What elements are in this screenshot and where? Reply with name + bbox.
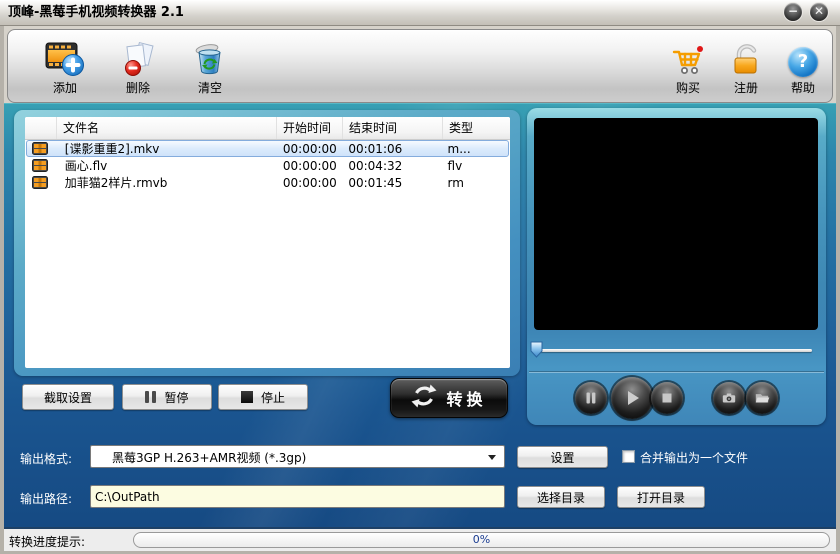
file-start-time: 00:00:00: [282, 158, 337, 173]
table-row[interactable]: 加菲猫2样片.rmvb 00:00:00 00:01:45 rm: [26, 174, 509, 191]
open-directory-label: 打开目录: [636, 490, 685, 505]
output-path-input[interactable]: [90, 485, 505, 508]
progress-percent: 0%: [472, 533, 491, 546]
play-icon: [628, 391, 639, 405]
choose-directory-label: 选择目录: [536, 490, 585, 505]
column-header-filename[interactable]: 文件名: [57, 117, 277, 139]
file-type: m...: [447, 141, 471, 156]
merge-checkbox-label: 合并输出为一个文件: [640, 451, 749, 465]
convert-arrows-icon: [411, 383, 437, 413]
file-list-panel: 文件名 开始时间 结束时间 类型 [谍影重重2].mkv 00:00:00 00…: [14, 110, 520, 376]
column-header-type[interactable]: 类型: [443, 117, 510, 139]
toolbar: 添加 删除 清空 购买 注册 ? 帮助: [7, 29, 833, 103]
window-title: 顶峰-黑莓手机视频转换器 2.1: [8, 5, 184, 20]
file-list: 文件名 开始时间 结束时间 类型 [谍影重重2].mkv 00:00:00 00…: [25, 117, 510, 368]
delete-label: 删除: [125, 81, 150, 95]
register-button[interactable]: 注册: [715, 37, 777, 97]
table-row[interactable]: 画心.flv 00:00:00 00:04:32 flv: [26, 157, 509, 174]
progress-bar: 0%: [133, 532, 830, 548]
convert-label: 转换: [446, 390, 487, 409]
help-button[interactable]: ? 帮助: [772, 37, 834, 97]
seek-slider-track[interactable]: [535, 349, 812, 352]
film-row-icon: [27, 159, 59, 172]
file-end-time: 00:01:45: [348, 175, 403, 190]
snapshot-icon: [722, 393, 736, 403]
settings-label: 设置: [550, 450, 575, 465]
convert-button[interactable]: 转换: [390, 378, 508, 418]
buy-label: 购买: [675, 81, 700, 95]
file-start-time: 00:00:00: [282, 175, 337, 190]
help-orb: ?: [788, 47, 818, 77]
lock-icon: [715, 37, 777, 77]
column-header-end[interactable]: 结束时间: [343, 117, 443, 139]
file-type: flv: [447, 158, 463, 173]
titlebar: 顶峰-黑莓手机视频转换器 2.1 − ✕: [0, 0, 840, 26]
capture-settings-label: 截取设置: [43, 390, 92, 405]
merge-checkbox[interactable]: [622, 450, 635, 463]
pause-icon: [145, 391, 157, 403]
open-folder-button[interactable]: [746, 382, 778, 414]
file-end-time: 00:04:32: [348, 158, 403, 173]
list-header: 文件名 开始时间 结束时间 类型: [25, 117, 510, 140]
file-name: 画心.flv: [64, 159, 108, 173]
buy-button[interactable]: 购买: [657, 37, 719, 97]
pause-label: 暂停: [164, 390, 189, 405]
clear-label: 清空: [197, 81, 222, 95]
stop-convert-button[interactable]: 停止: [218, 384, 308, 410]
settings-button[interactable]: 设置: [517, 446, 608, 468]
stop-icon: [662, 393, 672, 403]
film-row-icon: [27, 142, 59, 155]
film-add-icon: [34, 37, 96, 77]
pause-icon: [586, 392, 596, 404]
clear-button[interactable]: 清空: [179, 37, 241, 97]
minimize-icon: −: [787, 4, 799, 18]
pause-convert-button[interactable]: 暂停: [122, 384, 212, 410]
choose-directory-button[interactable]: 选择目录: [517, 486, 605, 508]
output-format-value: 黑莓3GP H.263+AMR视频 (*.3gp): [112, 451, 307, 465]
cart-icon: [657, 37, 719, 77]
output-path-label: 输出路径:: [20, 492, 73, 506]
page-remove-icon: [107, 37, 169, 77]
file-name: [谍影重重2].mkv: [64, 142, 160, 156]
file-type: rm: [447, 175, 464, 190]
trash-recycle-icon: [179, 37, 241, 77]
stop-icon: [240, 391, 253, 403]
minimize-button[interactable]: −: [784, 3, 802, 21]
file-name: 加菲猫2样片.rmvb: [64, 176, 168, 190]
film-row-icon: [27, 176, 59, 189]
output-format-select[interactable]: 黑莓3GP H.263+AMR视频 (*.3gp): [90, 445, 505, 468]
table-row[interactable]: [谍影重重2].mkv 00:00:00 00:01:06 m...: [26, 140, 509, 157]
open-folder-icon: [755, 394, 770, 403]
file-start-time: 00:00:00: [282, 141, 337, 156]
controls-divider: [529, 371, 824, 373]
app-window: 顶峰-黑莓手机视频转换器 2.1 − ✕ 添加 删除 清空 购买 注册 ? 帮助…: [0, 0, 840, 554]
player-stop-button[interactable]: [651, 382, 683, 414]
close-icon: ✕: [813, 4, 825, 18]
close-button[interactable]: ✕: [810, 3, 828, 21]
video-screen: [534, 118, 818, 330]
status-bar: 转换进度提示: 0%: [4, 527, 836, 551]
preview-panel: [527, 108, 826, 425]
delete-button[interactable]: 删除: [107, 37, 169, 97]
column-header-icon[interactable]: [25, 117, 57, 139]
snapshot-button[interactable]: [713, 382, 745, 414]
capture-settings-button[interactable]: 截取设置: [22, 384, 114, 410]
question-icon: ?: [772, 37, 834, 77]
open-directory-button[interactable]: 打开目录: [617, 486, 705, 508]
register-label: 注册: [733, 81, 758, 95]
help-label: 帮助: [790, 81, 815, 95]
stop-label: 停止: [260, 390, 285, 405]
output-format-label: 输出格式:: [20, 452, 73, 466]
progress-hint-label: 转换进度提示:: [9, 535, 86, 549]
add-label: 添加: [52, 81, 77, 95]
file-end-time: 00:01:06: [348, 141, 403, 156]
column-header-start[interactable]: 开始时间: [277, 117, 343, 139]
seek-slider-thumb[interactable]: [530, 341, 543, 361]
chevron-down-icon: [488, 455, 496, 460]
window-frame-right: [836, 26, 840, 554]
player-play-button[interactable]: [611, 377, 653, 419]
player-pause-button[interactable]: [575, 382, 607, 414]
add-button[interactable]: 添加: [34, 37, 96, 97]
